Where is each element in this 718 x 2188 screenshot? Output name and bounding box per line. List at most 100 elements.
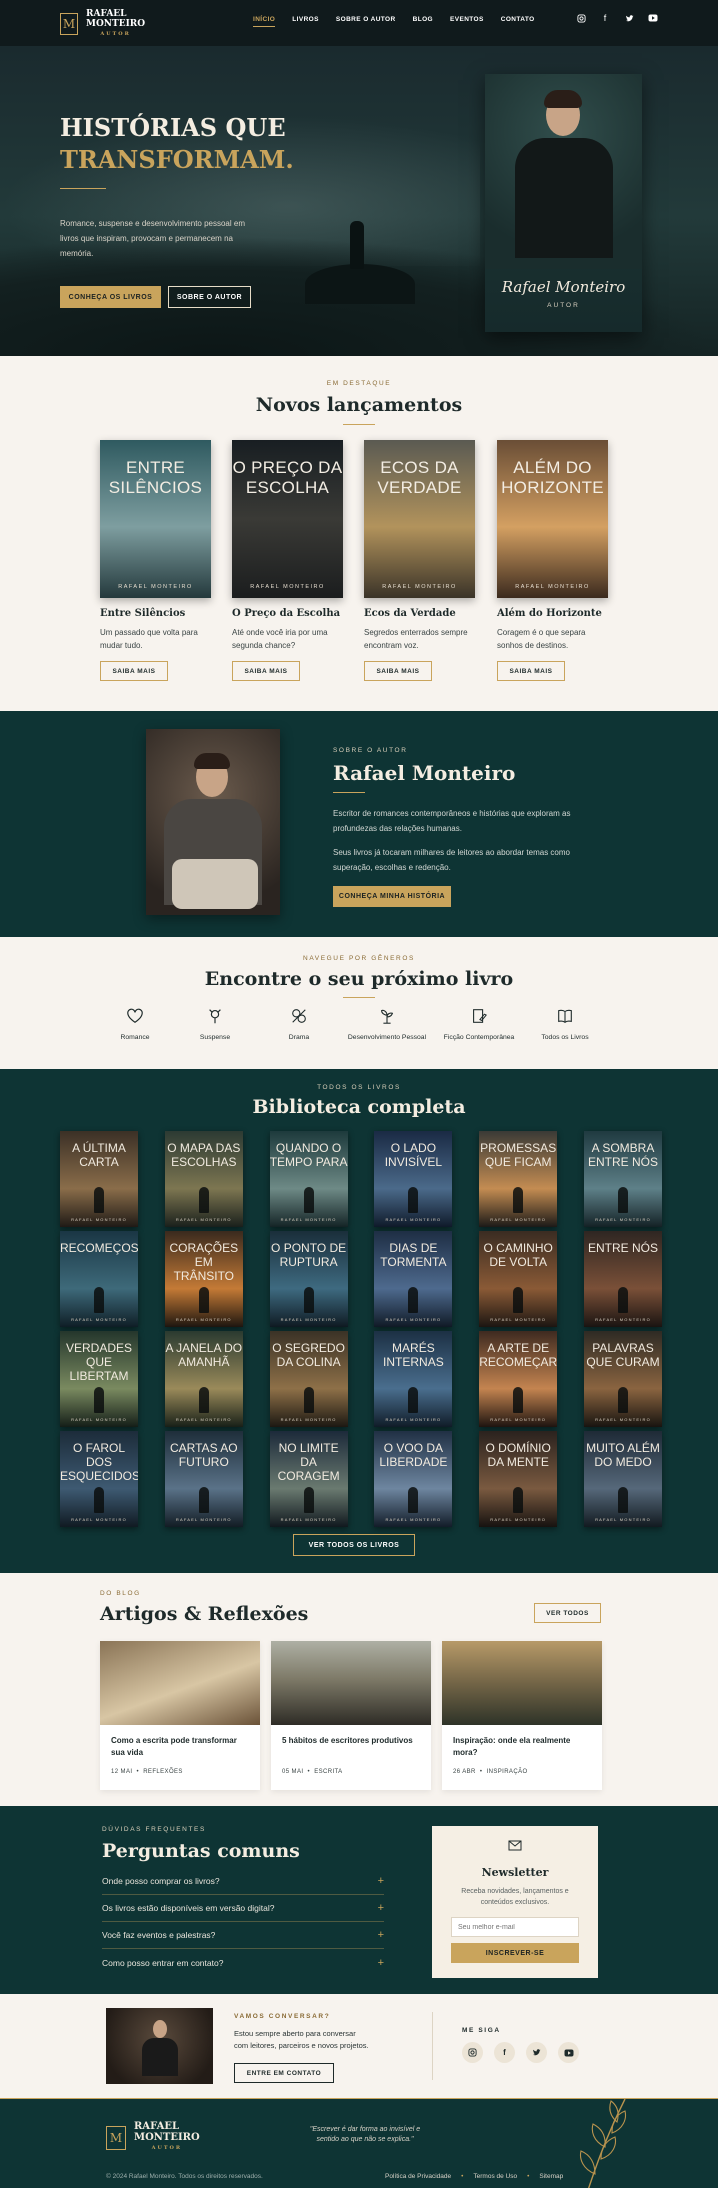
facebook-icon[interactable]: f [600,13,610,23]
my-story-button[interactable]: CONHEÇA MINHA HISTÓRIA [333,886,451,907]
facebook-icon[interactable]: f [494,2042,515,2063]
youtube-icon[interactable] [648,13,658,23]
library-book-cover[interactable]: PROMESSAS QUE FICAM RAFAEL MONTEIRO [479,1131,558,1227]
library-book-cover[interactable]: NO LIMITE DA CORAGEM RAFAEL MONTEIRO [269,1431,348,1527]
post-meta: 05 MAI • ESCRITA [282,1769,343,1775]
plus-icon[interactable]: + [378,1929,384,1941]
cover-figure [198,1387,209,1413]
logo-mark-icon: M [106,2125,126,2150]
nav-blog[interactable]: BLOG [413,16,433,27]
about-author-button[interactable]: SOBRE O AUTOR [168,286,251,308]
library-book-cover[interactable]: A ARTE DE RECOMEÇAR RAFAEL MONTEIRO [479,1331,558,1427]
blog-post-card[interactable]: Inspiração: onde ela realmente mora? 26 … [442,1641,602,1790]
library-book-cover[interactable]: ENTRE NÓS RAFAEL MONTEIRO [584,1231,662,1327]
genre-personal-development[interactable]: Desenvolvimento Pessoal [342,1007,432,1042]
release-card[interactable]: O PREÇO DA ESCOLHA RAFAEL MONTEIRO O Pre… [232,440,343,681]
library-book-cover[interactable]: A SOMBRA ENTRE NÓS RAFAEL MONTEIRO [584,1131,662,1227]
post-date: 05 MAI [282,1769,304,1775]
email-field[interactable] [451,1917,579,1937]
sitemap-link[interactable]: Sitemap [539,2173,563,2180]
faq-item[interactable]: Você faz eventos e palestras? + [102,1922,384,1949]
library-book-cover[interactable]: VERDADES QUE LIBERTAM RAFAEL MONTEIRO [60,1331,138,1427]
twitter-icon[interactable] [624,13,634,23]
learn-more-button[interactable]: SAIBA MAIS [100,661,168,681]
learn-more-button[interactable]: SAIBA MAIS [497,661,565,681]
instagram-icon[interactable] [576,13,586,23]
release-card[interactable]: ENTRE SILÊNCIOS RAFAEL MONTEIRO Entre Si… [100,440,211,681]
library-book-cover[interactable]: O DOMÍNIO DA MENTE RAFAEL MONTEIRO [479,1431,558,1527]
plus-icon[interactable]: + [378,1875,384,1887]
post-title[interactable]: 5 hábitos de escritores produtivos [282,1735,420,1761]
library-book-cover[interactable]: CORAÇÕES EM TRÂNSITO RAFAEL MONTEIRO [164,1231,243,1327]
blog-post-card[interactable]: Como a escrita pode transformar sua vida… [100,1641,260,1790]
genre-all-books[interactable]: Todos os Livros [520,1007,610,1042]
library-book-cover[interactable]: MARÉS INTERNAS RAFAEL MONTEIRO [374,1331,453,1427]
library-book-cover[interactable]: O VOO DA LIBERDADE RAFAEL MONTEIRO [374,1431,453,1527]
post-title[interactable]: Inspiração: onde ela realmente mora? [453,1735,591,1761]
faq-item[interactable]: Como posso entrar em contato? + [102,1949,384,1976]
library-book-cover[interactable]: RECOMEÇOS RAFAEL MONTEIRO [60,1231,138,1327]
faq-eyebrow: DÚVIDAS FREQUENTES [102,1826,206,1833]
library-book-cover[interactable]: A ÚLTIMA CARTA RAFAEL MONTEIRO [60,1131,138,1227]
terms-link[interactable]: Termos de Uso [473,2173,517,2180]
footer-logo[interactable]: M RAFAEL MONTEIRO AUTOR [106,2121,200,2154]
library-book-cover[interactable]: QUANDO O TEMPO PARA RAFAEL MONTEIRO [269,1131,348,1227]
library-book-cover[interactable]: PALAVRAS QUE CURAM RAFAEL MONTEIRO [584,1331,662,1427]
cover-figure [94,1487,104,1513]
contact-button[interactable]: ENTRE EM CONTATO [234,2063,334,2083]
know-books-button[interactable]: CONHEÇA OS LIVROS [60,286,161,308]
library-book-cover[interactable]: O LADO INVISÍVEL RAFAEL MONTEIRO [374,1131,453,1227]
see-all-books-button[interactable]: VER TODOS OS LIVROS [293,1534,415,1556]
library-book-title: O SEGREDO DA COLINA [272,1341,345,1369]
genre-drama[interactable]: Drama [254,1007,344,1042]
nav-livros[interactable]: LIVROS [292,16,319,27]
privacy-link[interactable]: Política de Privacidade [385,2173,451,2180]
youtube-icon[interactable] [558,2042,579,2063]
release-card[interactable]: ALÉM DO HORIZONTE RAFAEL MONTEIRO Além d… [497,440,608,681]
library-book-author: RAFAEL MONTEIRO [71,1417,127,1422]
blog-eyebrow: DO BLOG [100,1590,141,1597]
instagram-icon[interactable] [462,2042,483,2063]
library-book-title: MUITO ALÉM DO MEDO [586,1441,660,1469]
book-cover[interactable]: ECOS DA VERDADE RAFAEL MONTEIRO [364,440,475,598]
subscribe-button[interactable]: INSCREVER-SE [451,1943,579,1963]
library-book-cover[interactable]: A JANELA DO AMANHÃ RAFAEL MONTEIRO [164,1331,243,1427]
library-book-cover[interactable]: O SEGREDO DA COLINA RAFAEL MONTEIRO [269,1331,348,1427]
library-book-cover[interactable]: O MAPA DAS ESCOLHAS RAFAEL MONTEIRO [164,1131,243,1227]
book-cover[interactable]: ENTRE SILÊNCIOS RAFAEL MONTEIRO [100,440,211,598]
learn-more-button[interactable]: SAIBA MAIS [232,661,300,681]
nav-contato[interactable]: CONTATO [501,16,535,27]
nav-eventos[interactable]: EVENTOS [450,16,484,27]
book-cover[interactable]: ALÉM DO HORIZONTE RAFAEL MONTEIRO [497,440,608,598]
nav-inicio[interactable]: INÍCIO [253,16,276,27]
hero-divider [60,188,106,189]
library-book-cover[interactable]: DIAS DE TORMENTA RAFAEL MONTEIRO [374,1231,453,1327]
library-book-cover[interactable]: O PONTO DE RUPTURA RAFAEL MONTEIRO [269,1231,348,1327]
learn-more-button[interactable]: SAIBA MAIS [364,661,432,681]
genre-suspense[interactable]: Suspense [170,1007,260,1042]
plus-icon[interactable]: + [378,1957,384,1969]
library-book-cover[interactable]: MUITO ALÉM DO MEDO RAFAEL MONTEIRO [584,1431,662,1527]
genre-romance[interactable]: Romance [90,1007,180,1042]
genre-contemporary-fiction[interactable]: Ficção Contemporânea [434,1007,524,1042]
library-section: TODOS OS LIVROS Biblioteca completa A ÚL… [0,1069,718,1573]
faq-item[interactable]: Os livros estão disponíveis em versão di… [102,1895,384,1922]
contact-divider [432,2012,433,2080]
about-title: Rafael Monteiro [333,761,516,785]
logo[interactable]: M RAFAEL MONTEIRO AUTOR [60,9,145,39]
nav-sobre[interactable]: SOBRE O AUTOR [336,16,396,27]
twitter-icon[interactable] [526,2042,547,2063]
library-book-cover[interactable]: O FAROL DOS ESQUECIDOS RAFAEL MONTEIRO [60,1431,138,1527]
post-title[interactable]: Como a escrita pode transformar sua vida [111,1735,249,1761]
library-book-author: RAFAEL MONTEIRO [490,1517,547,1522]
release-card[interactable]: ECOS DA VERDADE RAFAEL MONTEIRO Ecos da … [364,440,475,681]
library-book-cover[interactable]: CARTAS AO FUTURO RAFAEL MONTEIRO [164,1431,243,1527]
faq-section: DÚVIDAS FREQUENTES Perguntas comuns Onde… [0,1806,718,1994]
library-book-cover[interactable]: O CAMINHO DE VOLTA RAFAEL MONTEIRO [479,1231,558,1327]
see-all-posts-button[interactable]: VER TODOS [534,1603,601,1623]
contact-eyebrow: VAMOS CONVERSAR? [234,2013,331,2020]
plus-icon[interactable]: + [378,1902,384,1914]
book-cover[interactable]: O PREÇO DA ESCOLHA RAFAEL MONTEIRO [232,440,343,598]
faq-item[interactable]: Onde posso comprar os livros? + [102,1868,384,1895]
blog-post-card[interactable]: 5 hábitos de escritores produtivos 05 MA… [271,1641,431,1790]
